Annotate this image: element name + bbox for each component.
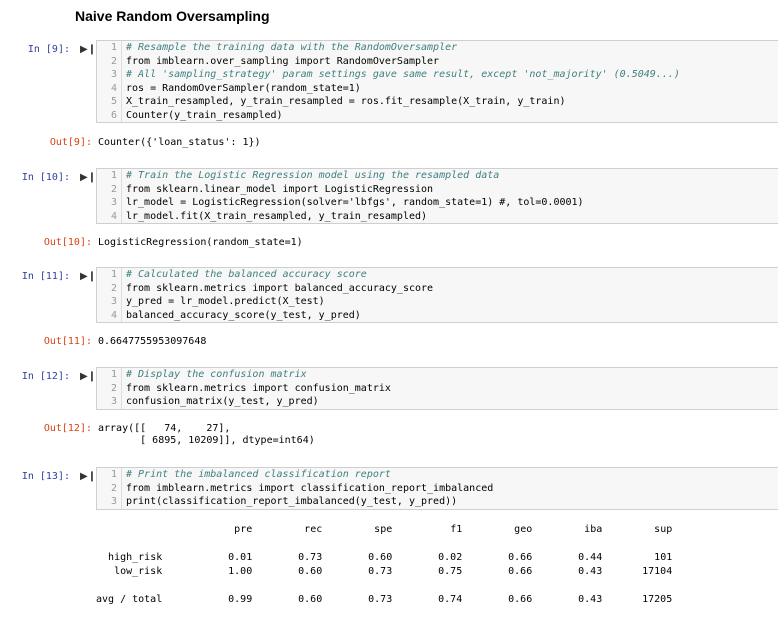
in-prompt: In [11]: [21,271,70,282]
report-cell: 0.75 [438,565,463,577]
in-prompt: In [10]: [21,172,70,183]
out-prompt: Out[9]: [49,137,92,148]
report-header: iba [584,523,603,535]
code-cell-12[interactable]: 1 # Display the confusion matrix 2 from sk… [96,367,778,410]
report-cell: 0.73 [368,565,393,577]
report-cell: 0.99 [228,593,253,605]
code-cell-11[interactable]: 1 # Calculated the balanced accuracy scor… [96,267,778,323]
report-cell: 1.00 [228,565,253,577]
report-cell: 0.43 [578,565,603,577]
cell-output: Counter({'loan_status': 1}) [98,137,261,148]
code-line: print(classification_report_imbalanced(y… [126,496,458,507]
code-line: # Resample the training data with the Ra… [126,42,458,53]
report-header: rec [304,523,323,535]
report-row-label: high_risk [108,551,163,563]
out-prompt: Out[10]: [43,237,92,248]
report-row: high_risk 0.01 0.73 0.60 0.02 0.66 0.44 … [96,550,672,564]
run-cell-icon[interactable]: ▶❙ [80,371,96,383]
report-cell: 0.60 [298,565,323,577]
out-prompt: Out[11]: [43,336,92,347]
code-line: # Train the Logistic Regression model us… [126,170,500,181]
code-cell-10[interactable]: 1 # Train the Logistic Regression model u… [96,168,778,224]
classification-report: pre rec spe f1 geo iba sup high_risk 0.0… [96,522,672,606]
code-cell-9[interactable]: 1 # Resample the training data with the R… [96,40,778,123]
in-prompt: In [13]: [21,471,70,482]
code-line: confusion_matrix(y_test, y_pred) [126,396,319,407]
code-line: from imblearn.metrics import classificat… [126,482,494,494]
code-line: from imblearn.over_sampling import Rando… [126,55,440,67]
code-line: from sklearn.linear_model import Logisti… [126,183,434,195]
report-cell: 0.60 [368,551,393,563]
cell-output: LogisticRegression(random_state=1) [98,237,303,248]
in-prompt: In [9]: [27,44,70,55]
code-line: ros = RandomOverSampler(random_state=1) [126,82,361,94]
report-row-label: low_risk [114,565,163,577]
report-row: avg / total 0.99 0.60 0.73 0.74 0.66 0.4… [96,592,672,606]
run-cell-icon[interactable]: ▶❙ [80,44,96,56]
code-line: lr_model = LogisticRegression(solver='lb… [126,197,584,208]
report-cell: 0.02 [438,551,463,563]
out-prompt: Out[12]: [43,423,92,434]
report-cell: 0.44 [578,551,603,563]
cell-output: 0.6647755953097648 [98,336,207,347]
code-line: # Calculated the balanced accuracy score [126,269,367,280]
report-header-row: pre rec spe f1 geo iba sup [96,522,672,536]
report-row: low_risk 1.00 0.60 0.73 0.75 0.66 0.43 1… [96,564,672,578]
report-cell: 0.66 [508,593,533,605]
report-cell: 101 [654,551,673,563]
section-heading: Naive Random Oversampling [75,8,270,24]
report-header: geo [514,523,533,535]
run-cell-icon[interactable]: ▶❙ [80,471,96,483]
report-cell: 0.66 [508,551,533,563]
code-line: # Print the imbalanced classification re… [126,469,391,480]
code-line: from sklearn.metrics import confusion_ma… [126,382,391,394]
report-row-label: avg / total [96,593,163,605]
report-header: spe [374,523,393,535]
report-header: sup [654,523,673,535]
report-cell: 0.74 [438,593,463,605]
code-line: balanced_accuracy_score(y_test, y_pred) [126,309,361,321]
report-header: pre [234,523,253,535]
in-prompt: In [12]: [21,371,70,382]
report-cell: 17104 [642,565,673,577]
report-cell: 17205 [642,593,673,605]
code-line: # Display the confusion matrix [126,369,307,380]
code-line: # All 'sampling_strategy' param settings… [126,69,680,80]
report-cell: 0.01 [228,551,253,563]
report-header: f1 [450,523,463,535]
report-cell: 0.73 [368,593,393,605]
code-cell-13[interactable]: 1 # Print the imbalanced classification r… [96,467,778,510]
run-cell-icon[interactable]: ▶❙ [80,271,96,283]
code-line: y_pred = lr_model.predict(X_test) [126,296,325,307]
report-cell: 0.66 [508,565,533,577]
run-cell-icon[interactable]: ▶❙ [80,172,96,184]
code-line: X_train_resampled, y_train_resampled = r… [126,96,566,107]
report-cell: 0.73 [298,551,323,563]
code-line: Counter(y_train_resampled) [126,109,283,121]
code-line: lr_model.fit(X_train_resampled, y_train_… [126,210,428,222]
report-cell: 0.60 [298,593,323,605]
cell-output: array([[ 74, 27], [ 6895, 10209]], dtype… [98,423,315,446]
code-line: from sklearn.metrics import balanced_acc… [126,282,434,294]
report-cell: 0.43 [578,593,603,605]
